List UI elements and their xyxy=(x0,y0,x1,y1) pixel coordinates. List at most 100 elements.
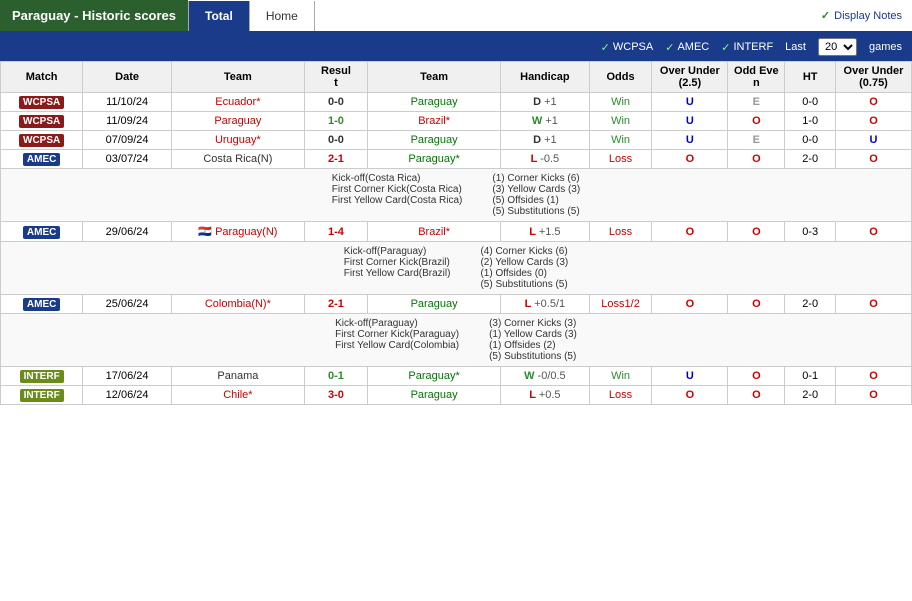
detail-cell: Kick-off(Costa Rica)First Corner Kick(Co… xyxy=(1,169,912,222)
result-cell: 0-0 xyxy=(304,93,367,112)
interf-check-icon: ✓ xyxy=(721,41,730,54)
result-letter-cell: W -0/0.5 xyxy=(501,367,590,386)
oddeven-cell: E xyxy=(728,93,785,112)
col-team2: Team xyxy=(368,62,501,93)
ht-cell: 0-0 xyxy=(785,93,836,112)
ou25-cell: O xyxy=(652,386,728,405)
result-cell: 0-0 xyxy=(304,131,367,150)
col-ou25: Over Under (2.5) xyxy=(652,62,728,93)
detail-left: Kick-off(Paraguay)First Corner Kick(Braz… xyxy=(344,246,451,290)
date-cell: 17/06/24 xyxy=(83,367,172,386)
team2-cell: Paraguay* xyxy=(368,367,501,386)
ou075-cell: U xyxy=(835,131,911,150)
result-cell: 1-4 xyxy=(304,222,367,242)
badge-cell: WCPSA xyxy=(1,93,83,112)
date-cell: 11/09/24 xyxy=(83,112,172,131)
team2-cell: Paraguay xyxy=(368,295,501,314)
ou25-cell: U xyxy=(652,93,728,112)
display-notes-label: Display Notes xyxy=(834,10,902,22)
odds-cell: Win xyxy=(589,367,652,386)
badge-cell: AMEC xyxy=(1,150,83,169)
odds-cell: Loss xyxy=(589,386,652,405)
ht-cell: 1-0 xyxy=(785,112,836,131)
display-notes-toggle[interactable]: ✓ Display Notes xyxy=(811,5,912,26)
tab-home[interactable]: Home xyxy=(250,1,315,31)
team2-cell: Paraguay xyxy=(368,93,501,112)
ht-cell: 2-0 xyxy=(785,150,836,169)
col-odds: Odds xyxy=(589,62,652,93)
ou25-cell: U xyxy=(652,367,728,386)
team1-cell: Ecuador* xyxy=(171,93,304,112)
checkmark-icon: ✓ xyxy=(821,9,830,22)
ou25-cell: O xyxy=(652,150,728,169)
date-cell: 11/10/24 xyxy=(83,93,172,112)
result-letter-cell: L -0.5 xyxy=(501,150,590,169)
badge-cell: AMEC xyxy=(1,222,83,242)
col-result: Result xyxy=(304,62,367,93)
oddeven-cell: O xyxy=(728,150,785,169)
filter-wcpsa[interactable]: ✓ WCPSA xyxy=(601,41,654,54)
team2-cell: Paraguay xyxy=(368,131,501,150)
header: Paraguay - Historic scores Total Home ✓ … xyxy=(0,0,912,33)
detail-right: (3) Corner Kicks (3)(1) Yellow Cards (3)… xyxy=(489,318,577,362)
tab-total[interactable]: Total xyxy=(188,1,250,31)
detail-row: Kick-off(Costa Rica)First Corner Kick(Co… xyxy=(1,169,912,222)
table-row: WCPSA 11/09/24 Paraguay 1-0 Brazil* W +1… xyxy=(1,112,912,131)
team2-cell: Paraguay xyxy=(368,386,501,405)
detail-row: Kick-off(Paraguay)First Corner Kick(Para… xyxy=(1,314,912,367)
badge-cell: WCPSA xyxy=(1,112,83,131)
result-cell: 0-1 xyxy=(304,367,367,386)
ht-cell: 2-0 xyxy=(785,295,836,314)
badge-cell: WCPSA xyxy=(1,131,83,150)
date-cell: 25/06/24 xyxy=(83,295,172,314)
wcpsa-check-icon: ✓ xyxy=(601,41,610,54)
result-cell: 2-1 xyxy=(304,295,367,314)
team1-cell: 🇵🇾 Paraguay(N) xyxy=(171,222,304,242)
ou25-cell: O xyxy=(652,222,728,242)
oddeven-cell: O xyxy=(728,386,785,405)
ou075-cell: O xyxy=(835,367,911,386)
ou075-cell: O xyxy=(835,150,911,169)
badge-cell: INTERF xyxy=(1,367,83,386)
team2-cell: Brazil* xyxy=(368,222,501,242)
team1-cell: Paraguay xyxy=(171,112,304,131)
team1-cell: Chile* xyxy=(171,386,304,405)
odds-cell: Win xyxy=(589,112,652,131)
header-title: Paraguay - Historic scores xyxy=(0,0,188,31)
col-date: Date xyxy=(83,62,172,93)
odds-cell: Loss1/2 xyxy=(589,295,652,314)
col-ou075: Over Under (0.75) xyxy=(835,62,911,93)
result-letter-cell: W +1 xyxy=(501,112,590,131)
table-row: WCPSA 07/09/24 Uruguay* 0-0 Paraguay D +… xyxy=(1,131,912,150)
detail-cell: Kick-off(Paraguay)First Corner Kick(Braz… xyxy=(1,242,912,295)
ht-cell: 0-1 xyxy=(785,367,836,386)
filter-amec[interactable]: ✓ AMEC xyxy=(665,41,709,54)
amec-check-icon: ✓ xyxy=(665,41,674,54)
table-row: AMEC 29/06/24 🇵🇾 Paraguay(N) 1-4 Brazil*… xyxy=(1,222,912,242)
ou075-cell: O xyxy=(835,386,911,405)
team2-cell: Brazil* xyxy=(368,112,501,131)
badge-cell: AMEC xyxy=(1,295,83,314)
date-cell: 07/09/24 xyxy=(83,131,172,150)
ht-cell: 0-3 xyxy=(785,222,836,242)
col-team1: Team xyxy=(171,62,304,93)
date-cell: 12/06/24 xyxy=(83,386,172,405)
matches-table: Match Date Team Result Team Handicap Odd… xyxy=(0,61,912,405)
oddeven-cell: O xyxy=(728,222,785,242)
odds-cell: Loss xyxy=(589,222,652,242)
last-select[interactable]: 20 10 30 50 xyxy=(818,38,857,56)
team1-cell: Panama xyxy=(171,367,304,386)
filter-interf[interactable]: ✓ INTERF xyxy=(721,41,773,54)
date-cell: 29/06/24 xyxy=(83,222,172,242)
col-handicap: Handicap xyxy=(501,62,590,93)
result-letter-cell: L +1.5 xyxy=(501,222,590,242)
ou075-cell: O xyxy=(835,295,911,314)
detail-right: (1) Corner Kicks (6)(3) Yellow Cards (3)… xyxy=(492,173,580,217)
ou25-cell: U xyxy=(652,131,728,150)
result-cell: 2-1 xyxy=(304,150,367,169)
ou075-cell: O xyxy=(835,93,911,112)
oddeven-cell: O xyxy=(728,295,785,314)
ht-cell: 0-0 xyxy=(785,131,836,150)
team1-cell: Uruguay* xyxy=(171,131,304,150)
result-letter-cell: L +0.5 xyxy=(501,386,590,405)
